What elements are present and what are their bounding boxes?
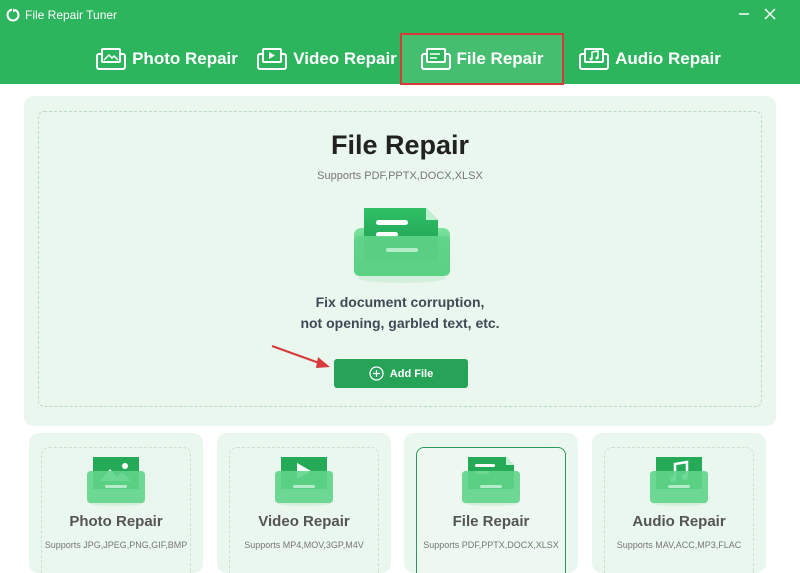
tab-video-repair[interactable]: Video Repair [252, 34, 402, 84]
tab-label: File Repair [456, 49, 544, 68]
card-title: Photo Repair [69, 513, 163, 530]
card-subtitle: Supports MAV,ACC,MP3,FLAC [616, 540, 742, 550]
page-title: File Repair [330, 130, 470, 160]
description: Fix document corruption, not opening, ga… [0, 292, 800, 334]
app-title-bar: File Repair Tuner [6, 6, 117, 24]
tab-file-repair[interactable]: File Repair [400, 33, 564, 85]
close-icon [764, 8, 776, 20]
tab-photo-repair[interactable]: Photo Repair [92, 34, 242, 84]
file-tray-icon [462, 457, 520, 506]
tab-label: Video Repair [293, 49, 397, 68]
document-tray-icon [354, 208, 450, 283]
red-arrow-icon [271, 345, 330, 368]
description-line: not opening, garbled text, etc. [300, 315, 500, 331]
audio-icon [579, 48, 610, 70]
audio-tray-icon [650, 457, 708, 506]
header-bar: File Repair Tuner Photo Repair Video Rep… [0, 0, 800, 85]
card-title: Video Repair [258, 513, 350, 530]
card-audio-repair[interactable]: Audio Repair Supports MAV,ACC,MP3,FLAC [592, 433, 766, 573]
photo-icon [96, 48, 127, 70]
card-file-repair[interactable]: File Repair Supports PDF,PPTX,DOCX,XLSX [404, 433, 578, 573]
card-photo-repair[interactable]: Photo Repair Supports JPG,JPEG,PNG,GIF,B… [29, 433, 203, 573]
tab-audio-repair[interactable]: Audio Repair [575, 34, 725, 84]
app-title: File Repair Tuner [25, 8, 118, 22]
video-tray-icon [275, 457, 333, 506]
refresh-logo-icon [6, 8, 20, 22]
file-icon [420, 48, 451, 70]
add-file-label: Add File [389, 367, 434, 380]
minimize-icon [739, 13, 749, 15]
card-title: File Repair [452, 513, 530, 530]
page-subtitle: Supports PDF,PPTX,DOCX,XLSX [317, 170, 483, 182]
card-subtitle: Supports JPG,JPEG,PNG,GIF,BMP [44, 540, 188, 550]
card-subtitle: Supports MP4,MOV,3GP,M4V [244, 540, 364, 550]
tab-label: Photo Repair [132, 49, 238, 68]
description-line: Fix document corruption, [315, 294, 485, 310]
add-file-button[interactable]: Add File [334, 359, 468, 388]
minimize-button[interactable] [734, 4, 754, 24]
video-icon [257, 48, 288, 70]
tab-label: Audio Repair [615, 49, 721, 68]
plus-circle-icon [369, 366, 384, 381]
close-button[interactable] [760, 4, 780, 24]
card-subtitle: Supports PDF,PPTX,DOCX,XLSX [423, 540, 559, 550]
card-title: Audio Repair [632, 513, 726, 530]
photo-tray-icon [87, 457, 145, 506]
card-video-repair[interactable]: Video Repair Supports MP4,MOV,3GP,M4V [217, 433, 391, 573]
